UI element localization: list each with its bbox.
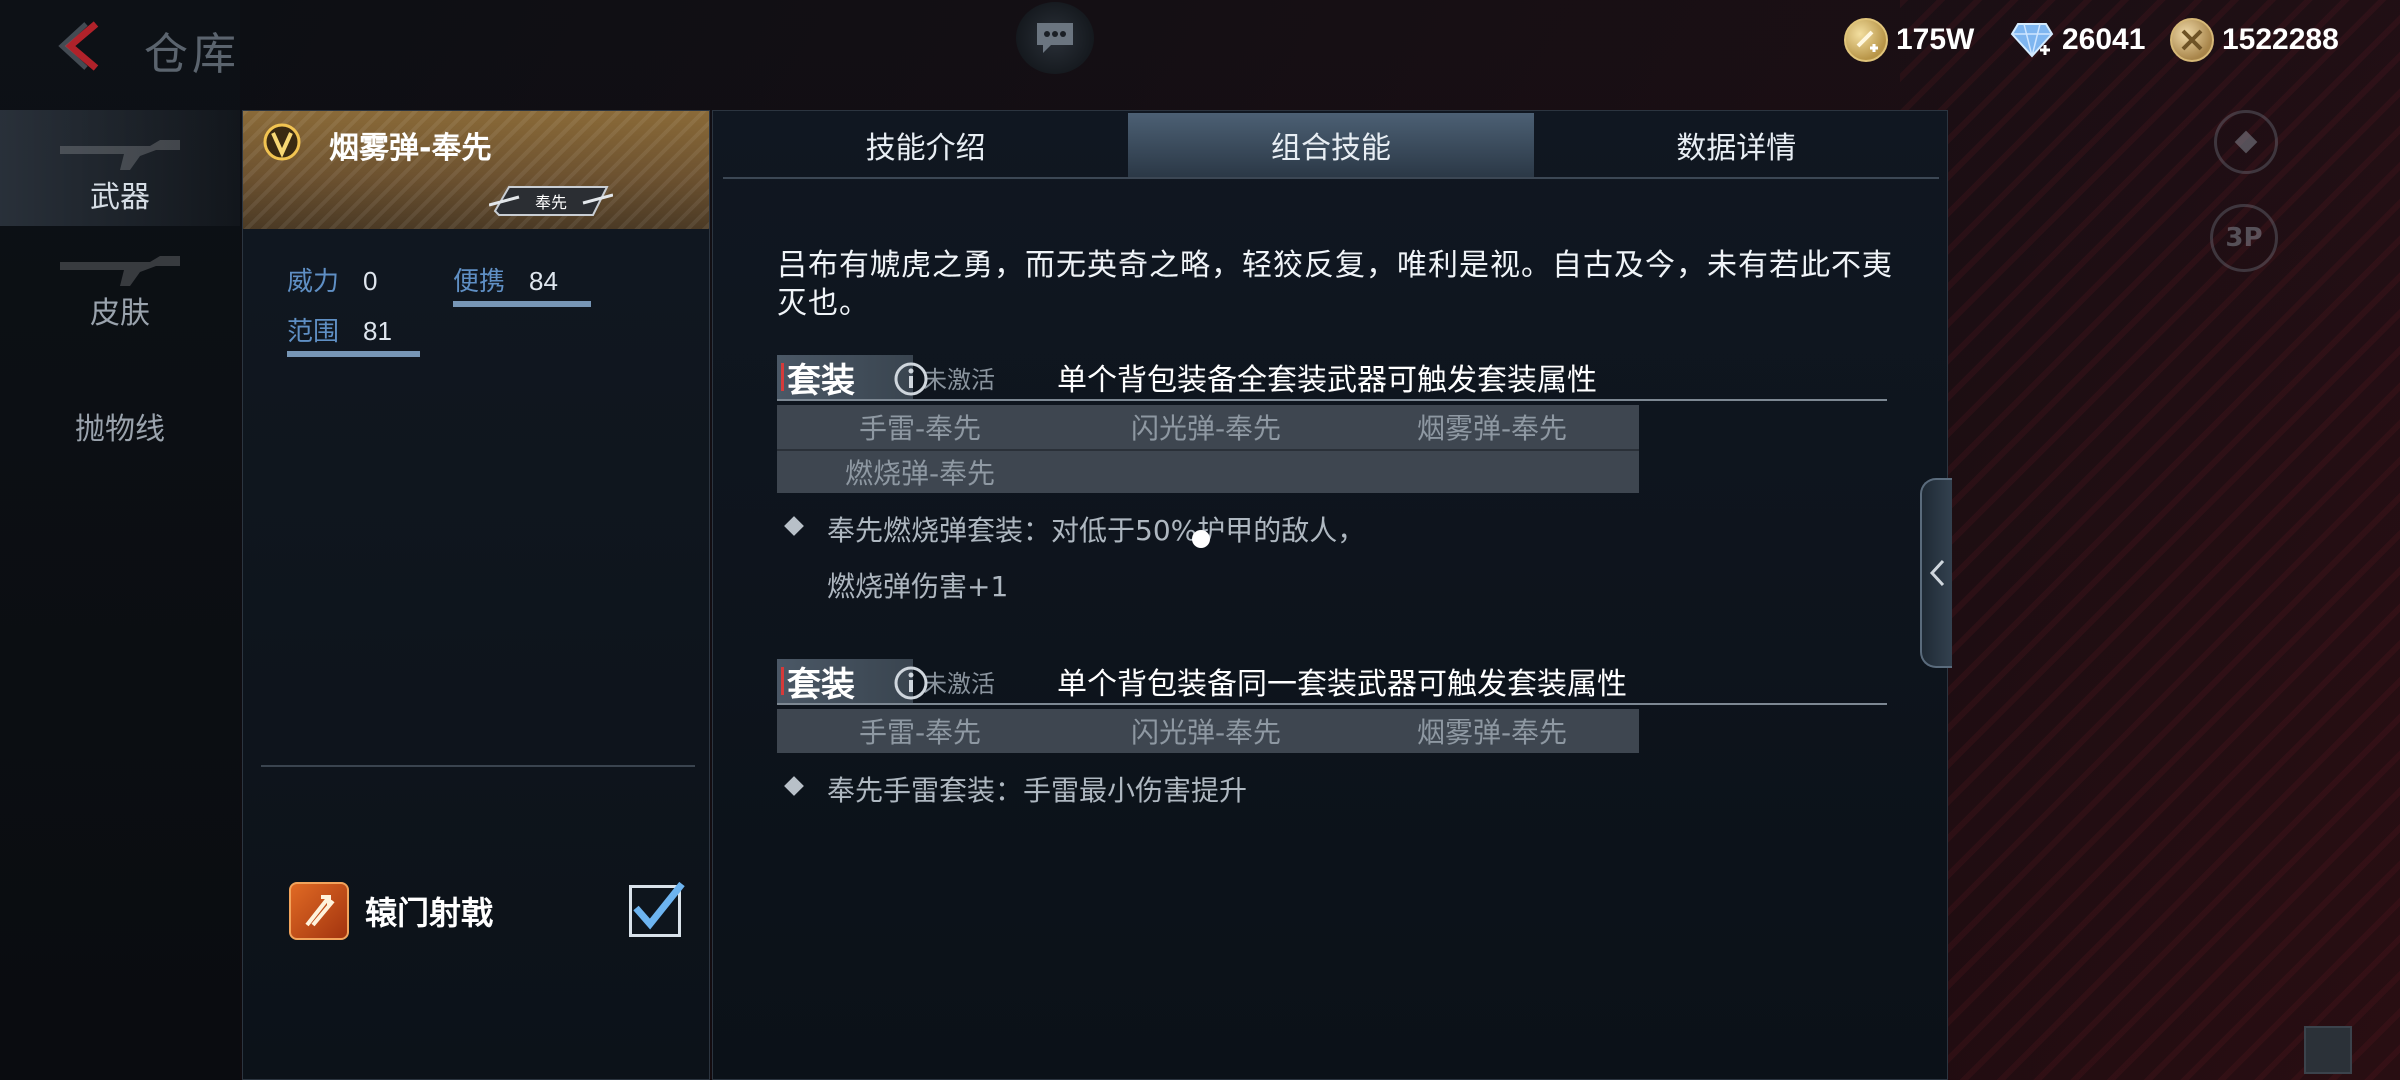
effect-line: 燃烧弹伤害+1 [827, 570, 1009, 603]
top-bar: 仓库 175W 26041 1522288 [0, 0, 2400, 100]
tab-label: 技能介绍 [865, 131, 986, 166]
rifle-icon [60, 140, 180, 170]
skill-icon [289, 882, 349, 940]
item-header: 烟雾弹-奉先 奉先 [243, 111, 709, 229]
suit-item: 烟雾弹-奉先 [1416, 716, 1568, 749]
skill-name: 辕门射戟 [365, 894, 494, 932]
left-nav: 武器 皮肤 抛物线 [0, 110, 240, 458]
suit-header: 套装 未激活 单个背包装备全套装武器可触发套装属性 [777, 355, 1887, 401]
diamond-bullet-icon [784, 516, 804, 536]
suit-item: 手雷-奉先 [858, 412, 982, 445]
suit-tag-label: 套装 [787, 360, 855, 401]
suit-item: 闪光弹-奉先 [1130, 412, 1282, 445]
skill-row[interactable]: 辕门射戟 [289, 881, 685, 941]
diamond-bullet-icon [784, 776, 804, 796]
nav-item-label: 武器 [90, 180, 150, 215]
v-rank-icon [263, 123, 301, 161]
stats-section: 威力 0 便携 84 范围 81 [243, 229, 709, 769]
token-icon [2170, 18, 2214, 62]
diamond-currency[interactable]: 26041 [2010, 16, 2145, 64]
suit-block-2: 套装 未激活 单个背包装备同一套装武器可触发套装属性 手雷-奉先 闪光弹-奉先 … [777, 659, 1887, 819]
stat-label: 威力 [287, 267, 340, 297]
suit-items-row: 燃烧弹-奉先 [777, 449, 1639, 493]
collapse-panel-button[interactable] [1920, 478, 1952, 668]
skill-checkbox[interactable] [629, 881, 685, 937]
emblem-text: 奉先 [535, 193, 567, 212]
settings-dial-icon[interactable] [2214, 110, 2278, 174]
nav-item-label: 皮肤 [90, 296, 150, 331]
token-currency[interactable]: 1522288 [2170, 16, 2339, 64]
nav-item-skins[interactable]: 皮肤 [0, 226, 240, 342]
corner-button[interactable] [2304, 1026, 2352, 1074]
page-title: 仓库 [144, 29, 240, 80]
divider [261, 765, 695, 767]
info-icon[interactable] [893, 665, 929, 701]
suit-tag-label: 套装 [787, 664, 855, 705]
stat-label: 范围 [287, 317, 340, 347]
suit-rule: 单个背包装备同一套装武器可触发套装属性 [1057, 667, 1627, 702]
diamond-value: 26041 [2062, 23, 2146, 56]
stat-label: 便携 [453, 267, 506, 297]
stat-bar [287, 351, 420, 357]
suit-status: 未激活 [923, 669, 995, 698]
tab-label: 组合技能 [1270, 131, 1391, 166]
suit-item: 手雷-奉先 [858, 716, 982, 749]
suit-block-1: 套装 未激活 单个背包装备全套装武器可触发套装属性 手雷-奉先 闪光弹-奉先 烟… [777, 355, 1887, 615]
item-name: 烟雾弹-奉先 [329, 131, 492, 166]
suit-status: 未激活 [923, 365, 995, 394]
info-icon[interactable] [893, 361, 929, 397]
stat-carry: 便携 84 [453, 261, 591, 307]
stat-value: 81 [363, 316, 392, 346]
stat-range: 范围 81 [287, 311, 420, 357]
tab-data-details[interactable]: 数据详情 [1534, 113, 1939, 177]
stat-bar [453, 301, 591, 307]
stat-power: 威力 0 [287, 261, 377, 298]
suit-items: 手雷-奉先 闪光弹-奉先 烟雾弹-奉先 [777, 709, 1639, 753]
effect-line: 奉先手雷套装：手雷最小伤害提升 [827, 774, 1248, 807]
chat-button[interactable] [1016, 2, 1094, 74]
suit-item: 燃烧弹-奉先 [844, 457, 996, 490]
tab-skill-intro[interactable]: 技能介绍 [723, 113, 1128, 177]
suit-effect: 奉先手雷套装：手雷最小伤害提升 [777, 763, 1887, 819]
tab-bar: 技能介绍 组合技能 数据详情 [723, 113, 1939, 179]
suit-items: 手雷-奉先 闪光弹-奉先 烟雾弹-奉先 燃烧弹-奉先 [777, 405, 1639, 493]
suit-effect: 奉先燃烧弹套装：对低于50%护甲的敌人， 燃烧弹伤害+1 [777, 503, 1887, 615]
item-info-panel: 烟雾弹-奉先 奉先 威力 0 便携 84 范围 81 辕门射戟 [242, 110, 710, 1080]
stat-value: 0 [363, 266, 378, 296]
detail-panel: 技能介绍 组合技能 数据详情 吕布有虓虎之勇，而无英奇之略，轻狡反复，唯利是视。… [712, 110, 1948, 1080]
touch-indicator [1192, 530, 1210, 548]
stat-value: 84 [529, 266, 558, 296]
nav-item-weapons[interactable]: 武器 [0, 110, 240, 226]
effect-line: 奉先燃烧弹套装：对低于50%护甲的敌人， [827, 514, 1366, 547]
gold-coin-icon [1844, 18, 1888, 62]
nav-item-label: 抛物线 [75, 412, 165, 447]
chat-bubble-icon [1037, 23, 1073, 53]
gold-value: 175W [1896, 23, 1975, 56]
chevron-left-icon [1929, 559, 1945, 587]
suit-item: 闪光弹-奉先 [1130, 716, 1282, 749]
chevron-left-icon [58, 21, 99, 71]
gold-currency[interactable]: 175W [1844, 16, 1974, 64]
token-value: 1522288 [2222, 23, 2339, 56]
suit-header: 套装 未激活 单个背包装备同一套装武器可触发套装属性 [777, 659, 1887, 705]
emblem-badge-icon: 奉先 [489, 186, 613, 216]
diamond-icon [2010, 18, 2054, 62]
checkmark-icon [633, 881, 685, 930]
tab-label: 数据详情 [1676, 131, 1797, 166]
view-toggle-label: 3P [2225, 223, 2263, 253]
rifle-icon [60, 256, 180, 286]
lore-description: 吕布有虓虎之勇，而无英奇之略，轻狡反复，唯利是视。自古及今，未有若此不夷灭也。 [777, 248, 1893, 321]
suit-items-row: 手雷-奉先 闪光弹-奉先 烟雾弹-奉先 [777, 405, 1639, 449]
suit-rule: 单个背包装备全套装武器可触发套装属性 [1057, 363, 1597, 398]
suit-items-row: 手雷-奉先 闪光弹-奉先 烟雾弹-奉先 [777, 709, 1639, 753]
suit-item: 烟雾弹-奉先 [1416, 412, 1568, 445]
background-stripes [1900, 0, 2400, 1080]
back-button[interactable] [52, 18, 112, 74]
tab-combo-skill[interactable]: 组合技能 [1128, 113, 1534, 177]
view-toggle-button[interactable]: 3P [2210, 204, 2278, 272]
nav-item-trajectory[interactable]: 抛物线 [0, 342, 240, 458]
